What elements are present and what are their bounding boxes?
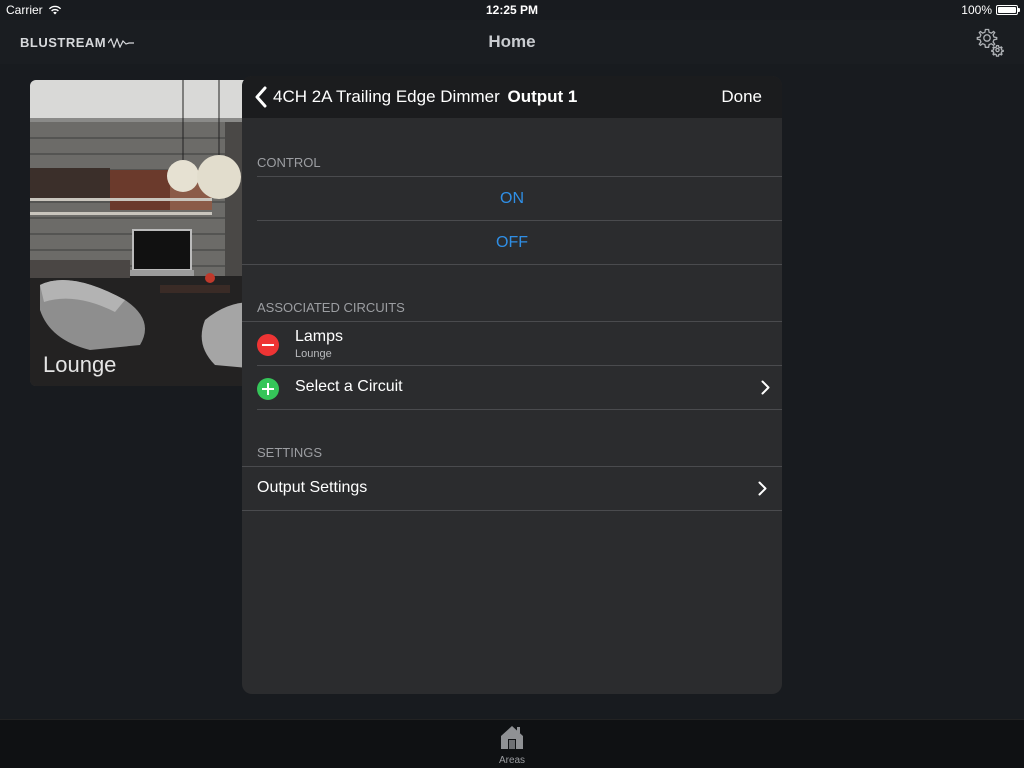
area-label: Lounge xyxy=(43,352,117,377)
add-icon[interactable] xyxy=(257,378,279,400)
circuit-subtitle: Lounge xyxy=(295,348,332,360)
status-right: 100% xyxy=(961,3,1020,17)
back-title[interactable]: 4CH 2A Trailing Edge Dimmer xyxy=(273,87,500,106)
battery-icon xyxy=(996,5,1020,15)
tab-areas[interactable]: Areas xyxy=(482,722,542,766)
battery-level xyxy=(998,7,1016,13)
lounge-room-image xyxy=(30,80,270,386)
control-section-header: CONTROL xyxy=(257,155,321,170)
on-row[interactable]: ON xyxy=(257,177,782,221)
navigation-bar: BLUSTREAM Home xyxy=(0,20,1024,64)
circuit-title: Lamps xyxy=(295,328,344,345)
output-settings-label: Output Settings xyxy=(257,479,368,496)
tab-label: Areas xyxy=(498,755,526,766)
home-icon xyxy=(501,726,523,749)
on-button[interactable]: ON xyxy=(242,177,782,220)
status-bar: Carrier 12:25 PM 100% xyxy=(0,0,1024,20)
modal-header: 4CH 2A Trailing Edge Dimmer Output 1 Don… xyxy=(242,76,782,118)
app-screen: Carrier 12:25 PM 100% BLUSTREAM Home Lou… xyxy=(0,0,1024,768)
off-button[interactable]: OFF xyxy=(242,221,782,264)
chevron-right-icon xyxy=(761,380,770,395)
control-rows: ON OFF xyxy=(242,176,782,265)
off-row[interactable]: OFF xyxy=(242,221,782,265)
status-time: 12:25 PM xyxy=(485,3,539,17)
select-circuit-row[interactable]: Select a Circuit xyxy=(257,366,782,410)
circuits-rows: Lamps Lounge Select a Circuit xyxy=(242,321,782,410)
done-button[interactable]: Done xyxy=(721,87,762,107)
settings-rows: Output Settings xyxy=(242,466,782,511)
tab-bar: Areas xyxy=(0,719,1024,768)
modal-title[interactable]: 4CH 2A Trailing Edge Dimmer Output 1 xyxy=(273,87,577,107)
circuits-section-header: ASSOCIATED CIRCUITS xyxy=(257,300,405,315)
select-circuit-label: Select a Circuit xyxy=(295,378,403,395)
output-modal: 4CH 2A Trailing Edge Dimmer Output 1 Don… xyxy=(242,76,782,694)
battery-percent: 100% xyxy=(961,3,992,17)
chevron-right-icon xyxy=(758,481,767,496)
gear-icon[interactable] xyxy=(974,26,1006,58)
settings-section-header: SETTINGS xyxy=(257,445,323,460)
back-chevron-icon[interactable] xyxy=(254,86,268,108)
area-card-lounge[interactable]: Lounge xyxy=(30,80,270,386)
remove-icon[interactable] xyxy=(257,334,279,356)
output-title: Output 1 xyxy=(507,87,578,106)
circuit-row-lamps[interactable]: Lamps Lounge xyxy=(257,322,782,366)
output-settings-row[interactable]: Output Settings xyxy=(242,467,782,511)
nav-title: Home xyxy=(488,32,536,51)
